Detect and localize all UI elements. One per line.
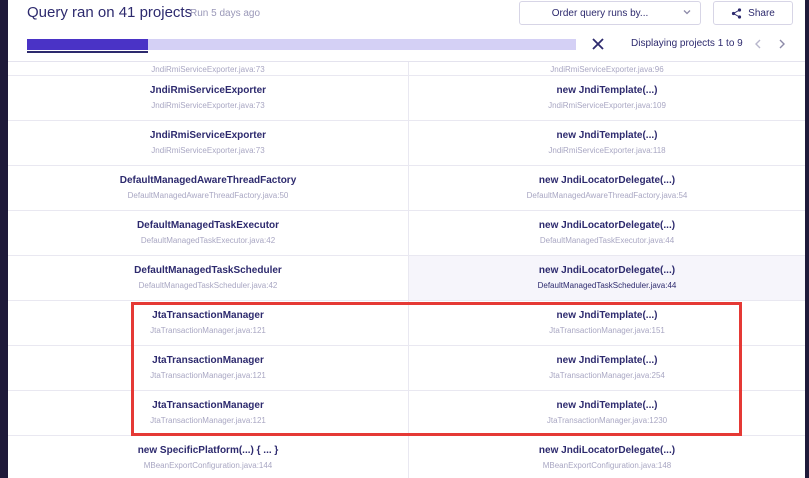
- chevron-left-icon[interactable]: [752, 37, 764, 51]
- progress-underline: [27, 51, 148, 53]
- table-cell-right[interactable]: new JndiTemplate(...) JndiRmiServiceExpo…: [409, 76, 805, 120]
- cell-name: new JndiTemplate(...): [556, 310, 658, 321]
- share-button[interactable]: Share: [713, 1, 793, 25]
- cell-location: JtaTransactionManager.java:151: [549, 326, 665, 335]
- table-cell-right[interactable]: new JndiTemplate(...) JtaTransactionMana…: [409, 301, 805, 345]
- table-row: DefaultManagedAwareThreadFactory Default…: [8, 166, 805, 211]
- page-title: Query ran on 41 projects: [27, 4, 193, 21]
- order-query-runs-dropdown[interactable]: Order query runs by...: [519, 1, 701, 25]
- cell-location: DefaultManagedTaskExecutor.java:42: [140, 236, 276, 245]
- cell-location: JndiRmiServiceExporter.java:73: [151, 101, 265, 110]
- table-row: JtaTransactionManager JtaTransactionMana…: [8, 346, 805, 391]
- cell-location: DefaultManagedAwareThreadFactory.java:54: [526, 191, 688, 200]
- cell-location: JtaTransactionManager.java:121: [150, 326, 266, 335]
- cell-name: new JndiLocatorDelegate(...): [538, 220, 676, 231]
- cell-location: DefaultManagedTaskScheduler.java:44: [537, 281, 677, 290]
- cell-name: new JndiTemplate(...): [556, 400, 658, 411]
- table-cell-right[interactable]: new JndiLocatorDelegate(...) DefaultMana…: [409, 211, 805, 255]
- cell-location: JndiRmiServiceExporter.java:96: [550, 65, 664, 74]
- table-cell-left[interactable]: new SpecificPlatform(...) { ... } MBeanE…: [8, 436, 409, 478]
- cell-location: JtaTransactionManager.java:254: [549, 371, 665, 380]
- table-cell-right[interactable]: new JndiTemplate(...) JtaTransactionMana…: [409, 346, 805, 390]
- run-info: Run 5 days ago: [190, 8, 261, 19]
- table-cell-left[interactable]: JndiRmiServiceExporter.java:73: [8, 62, 409, 75]
- cell-name: JndiRmiServiceExporter: [149, 85, 267, 96]
- cell-location: MBeanExportConfiguration.java:144: [143, 461, 273, 470]
- share-label: Share: [748, 7, 775, 19]
- cell-location: JndiRmiServiceExporter.java:73: [151, 65, 265, 74]
- table-row: JtaTransactionManager JtaTransactionMana…: [8, 301, 805, 346]
- chevron-right-icon[interactable]: [776, 37, 788, 51]
- cell-location: JndiRmiServiceExporter.java:118: [548, 146, 666, 155]
- query-results-panel: Query ran on 41 projects Run 5 days ago …: [8, 0, 805, 478]
- table-cell-left[interactable]: JtaTransactionManager JtaTransactionMana…: [8, 346, 409, 390]
- cell-location: JndiRmiServiceExporter.java:73: [151, 146, 265, 155]
- order-dropdown-label: Order query runs by...: [551, 7, 649, 19]
- cell-name: new JndiTemplate(...): [556, 85, 658, 96]
- cell-location: DefaultManagedTaskScheduler.java:42: [138, 281, 278, 290]
- cell-name: new SpecificPlatform(...) { ... }: [137, 445, 279, 456]
- table-cell-right[interactable]: JndiRmiServiceExporter.java:96: [409, 62, 805, 75]
- cell-location: JtaTransactionManager.java:1230: [546, 416, 668, 425]
- cell-name: DefaultManagedTaskScheduler: [134, 265, 282, 276]
- table-cell-left[interactable]: JndiRmiServiceExporter JndiRmiServiceExp…: [8, 121, 409, 165]
- table-row: JndiRmiServiceExporter JndiRmiServiceExp…: [8, 121, 805, 166]
- table-row: JndiRmiServiceExporter.java:73 JndiRmiSe…: [8, 62, 805, 76]
- table-row: DefaultManagedTaskScheduler DefaultManag…: [8, 256, 805, 301]
- cell-name: JtaTransactionManager: [152, 355, 264, 366]
- table-cell-left[interactable]: JtaTransactionManager JtaTransactionMana…: [8, 391, 409, 435]
- progress-bar-fill: [27, 39, 148, 50]
- cell-location: JndiRmiServiceExporter.java:109: [548, 101, 666, 110]
- cell-name: new JndiLocatorDelegate(...): [538, 265, 676, 276]
- table-cell-right[interactable]: new JndiTemplate(...) JtaTransactionMana…: [409, 391, 805, 435]
- cell-name: new JndiLocatorDelegate(...): [538, 445, 676, 456]
- table-cell-left[interactable]: DefaultManagedTaskScheduler DefaultManag…: [8, 256, 409, 300]
- cell-name: new JndiTemplate(...): [556, 355, 658, 366]
- cell-name: DefaultManagedAwareThreadFactory: [119, 175, 297, 186]
- progress-bar: [27, 39, 576, 50]
- table-cell-right-hovered[interactable]: new JndiLocatorDelegate(...) DefaultMana…: [409, 256, 805, 300]
- share-icon: [732, 7, 742, 19]
- table-row: JndiRmiServiceExporter JndiRmiServiceExp…: [8, 76, 805, 121]
- table-cell-left[interactable]: JndiRmiServiceExporter JndiRmiServiceExp…: [8, 76, 409, 120]
- table-cell-right[interactable]: new JndiTemplate(...) JndiRmiServiceExpo…: [409, 121, 805, 165]
- table-row: new SpecificPlatform(...) { ... } MBeanE…: [8, 436, 805, 478]
- chevron-down-icon: [683, 10, 691, 15]
- table-cell-left[interactable]: DefaultManagedAwareThreadFactory Default…: [8, 166, 409, 210]
- cell-location: JtaTransactionManager.java:121: [150, 416, 266, 425]
- cell-name: DefaultManagedTaskExecutor: [136, 220, 280, 231]
- table-cell-right[interactable]: new JndiLocatorDelegate(...) MBeanExport…: [409, 436, 805, 478]
- cell-location: MBeanExportConfiguration.java:148: [542, 461, 672, 470]
- cell-name: JndiRmiServiceExporter: [149, 130, 267, 141]
- results-table: JndiRmiServiceExporter.java:73 JndiRmiSe…: [8, 62, 805, 478]
- table-row: JtaTransactionManager JtaTransactionMana…: [8, 391, 805, 436]
- cell-name: new JndiLocatorDelegate(...): [538, 175, 676, 186]
- table-cell-left[interactable]: DefaultManagedTaskExecutor DefaultManage…: [8, 211, 409, 255]
- cell-name: new JndiTemplate(...): [556, 130, 658, 141]
- close-icon[interactable]: [591, 37, 605, 51]
- table-cell-left[interactable]: JtaTransactionManager JtaTransactionMana…: [8, 301, 409, 345]
- cell-name: JtaTransactionManager: [152, 310, 264, 321]
- table-cell-right[interactable]: new JndiLocatorDelegate(...) DefaultMana…: [409, 166, 805, 210]
- cell-location: DefaultManagedTaskExecutor.java:44: [539, 236, 675, 245]
- cell-name: JtaTransactionManager: [152, 400, 264, 411]
- cell-location: DefaultManagedAwareThreadFactory.java:50: [127, 191, 289, 200]
- results-header: Query ran on 41 projects Run 5 days ago …: [8, 0, 805, 62]
- pagination-status: Displaying projects 1 to 9: [631, 38, 743, 49]
- cell-location: JtaTransactionManager.java:121: [150, 371, 266, 380]
- table-row: DefaultManagedTaskExecutor DefaultManage…: [8, 211, 805, 256]
